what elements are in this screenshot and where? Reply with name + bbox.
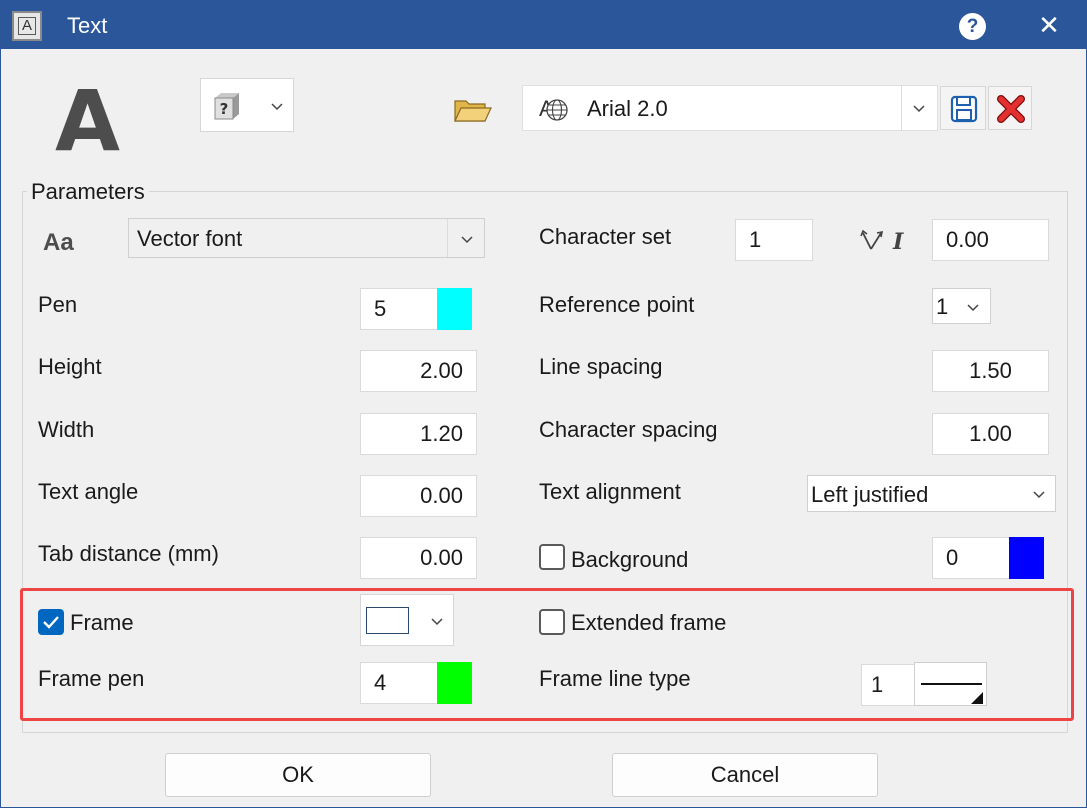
font-dropdown-toggle[interactable] — [901, 86, 937, 130]
italic-angle-input[interactable]: 0.00 — [932, 219, 1049, 261]
text-preview-icon: A — [55, 72, 121, 170]
help-button[interactable]: ? — [959, 13, 986, 40]
tab-distance-label: Tab distance (mm) — [38, 541, 219, 566]
font-name: Arial 2.0 — [587, 96, 668, 121]
ok-button[interactable]: OK — [165, 753, 431, 797]
app-icon: A — [12, 11, 42, 41]
character-spacing-input[interactable]: 1.00 — [932, 413, 1049, 455]
text-alignment-label: Text alignment — [539, 479, 681, 504]
text-angle-input[interactable]: 0.00 — [360, 475, 477, 517]
character-set-label: Character set — [539, 224, 672, 249]
reference-point-select[interactable]: 1 — [932, 288, 991, 324]
save-button[interactable] — [940, 86, 986, 130]
character-spacing-label: Character spacing — [539, 417, 718, 442]
open-folder-icon[interactable] — [453, 95, 493, 125]
parameters-label: Parameters — [27, 179, 149, 205]
text-alignment-select[interactable]: Left justified — [807, 475, 1056, 512]
delete-button[interactable] — [988, 86, 1032, 130]
window-title: Text — [67, 13, 108, 38]
background-label: Background — [571, 547, 689, 572]
tab-distance-input[interactable]: 0.00 — [360, 537, 477, 579]
save-icon — [950, 95, 978, 123]
italic-slant-icon: I — [860, 229, 904, 253]
width-label: Width — [38, 417, 95, 442]
preset-dropdown-button[interactable]: ? — [200, 78, 294, 132]
font-type-value: Vector font — [137, 226, 243, 251]
pen-input[interactable]: 5 — [360, 288, 438, 330]
combo-divider — [447, 219, 448, 257]
chevron-down-icon — [461, 236, 473, 244]
font-type-select[interactable]: Vector font — [128, 218, 485, 258]
chevron-down-icon — [967, 304, 979, 312]
background-pen-input[interactable]: 0 — [932, 537, 1010, 579]
chevron-down-icon — [271, 103, 283, 111]
height-label: Height — [38, 354, 102, 379]
background-color-swatch[interactable] — [1009, 537, 1044, 579]
height-input[interactable]: 2.00 — [360, 350, 477, 392]
pen-label: Pen — [38, 292, 78, 317]
font-select[interactable]: A Arial 2.0 — [522, 85, 938, 131]
svg-text:?: ? — [220, 100, 229, 118]
chevron-down-icon — [913, 105, 925, 113]
delete-x-icon — [997, 95, 1025, 123]
line-spacing-label: Line spacing — [539, 354, 663, 379]
frame-section-highlight — [20, 588, 1074, 721]
globe-icon — [546, 99, 568, 121]
reference-point-value: 1 — [936, 294, 949, 319]
title-bar: A Text ? ✕ — [1, 1, 1086, 49]
svg-text:I: I — [892, 229, 904, 253]
text-angle-label: Text angle — [38, 479, 139, 504]
width-input[interactable]: 1.20 — [360, 413, 477, 455]
reference-point-label: Reference point — [539, 292, 695, 317]
text-alignment-value: Left justified — [811, 482, 929, 507]
pen-color-swatch[interactable] — [437, 288, 472, 330]
chevron-down-icon — [1033, 491, 1045, 499]
text-dialog: A Text ? ✕ A ? A Arial 2.0 Parameters Aa… — [0, 0, 1087, 808]
close-button[interactable]: ✕ — [1035, 9, 1063, 41]
unknown-preset-cube-icon: ? — [214, 93, 239, 120]
line-spacing-input[interactable]: 1.50 — [932, 350, 1049, 392]
cancel-button[interactable]: Cancel — [612, 753, 878, 797]
character-set-input[interactable]: 1 — [735, 219, 813, 261]
background-checkbox[interactable] — [539, 544, 565, 570]
font-type-icon: Aa — [43, 229, 74, 256]
